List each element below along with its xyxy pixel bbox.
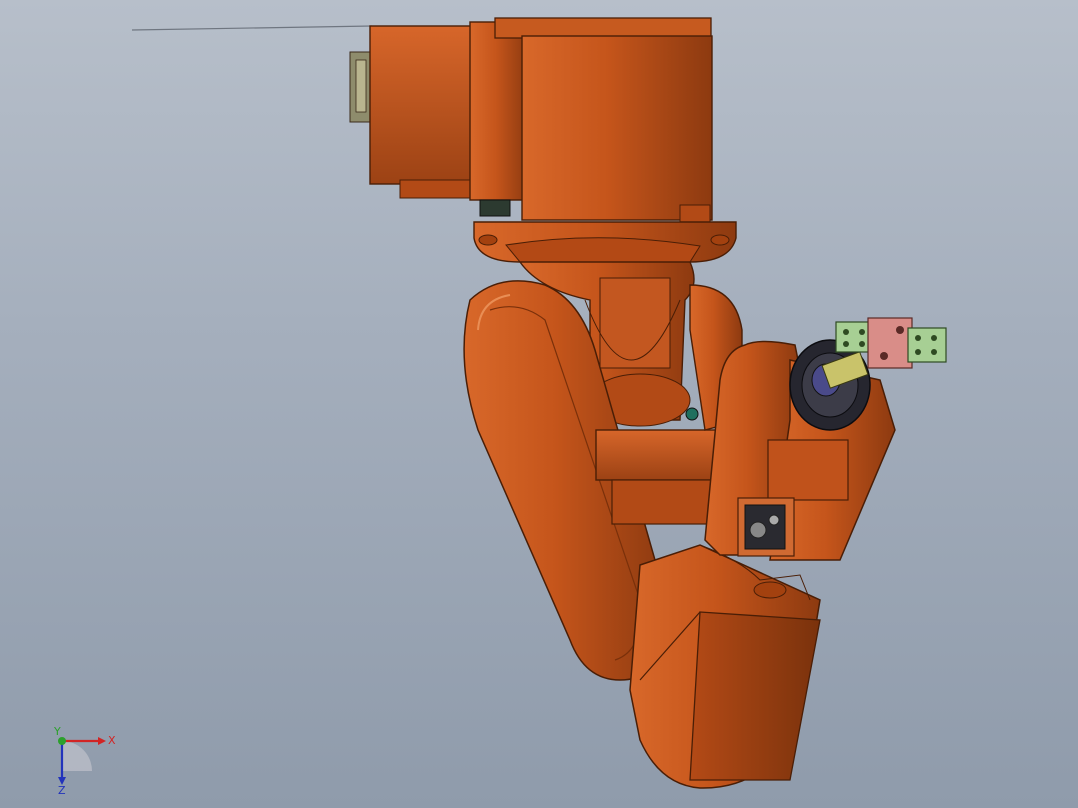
reference-line [131, 25, 373, 31]
x-axis-arrow [98, 737, 106, 745]
robot-arm-model[interactable] [0, 0, 1078, 808]
z-axis-label: Z [58, 784, 66, 795]
robot-forearm[interactable] [629, 544, 821, 789]
y-axis-label: Y [53, 725, 61, 738]
coordinate-triad: X Y Z [53, 725, 116, 795]
y-axis-dot [58, 737, 66, 745]
robot-base[interactable] [349, 17, 737, 263]
x-axis-label: X [108, 734, 116, 747]
cad-viewport[interactable]: X Y Z [0, 0, 1078, 808]
